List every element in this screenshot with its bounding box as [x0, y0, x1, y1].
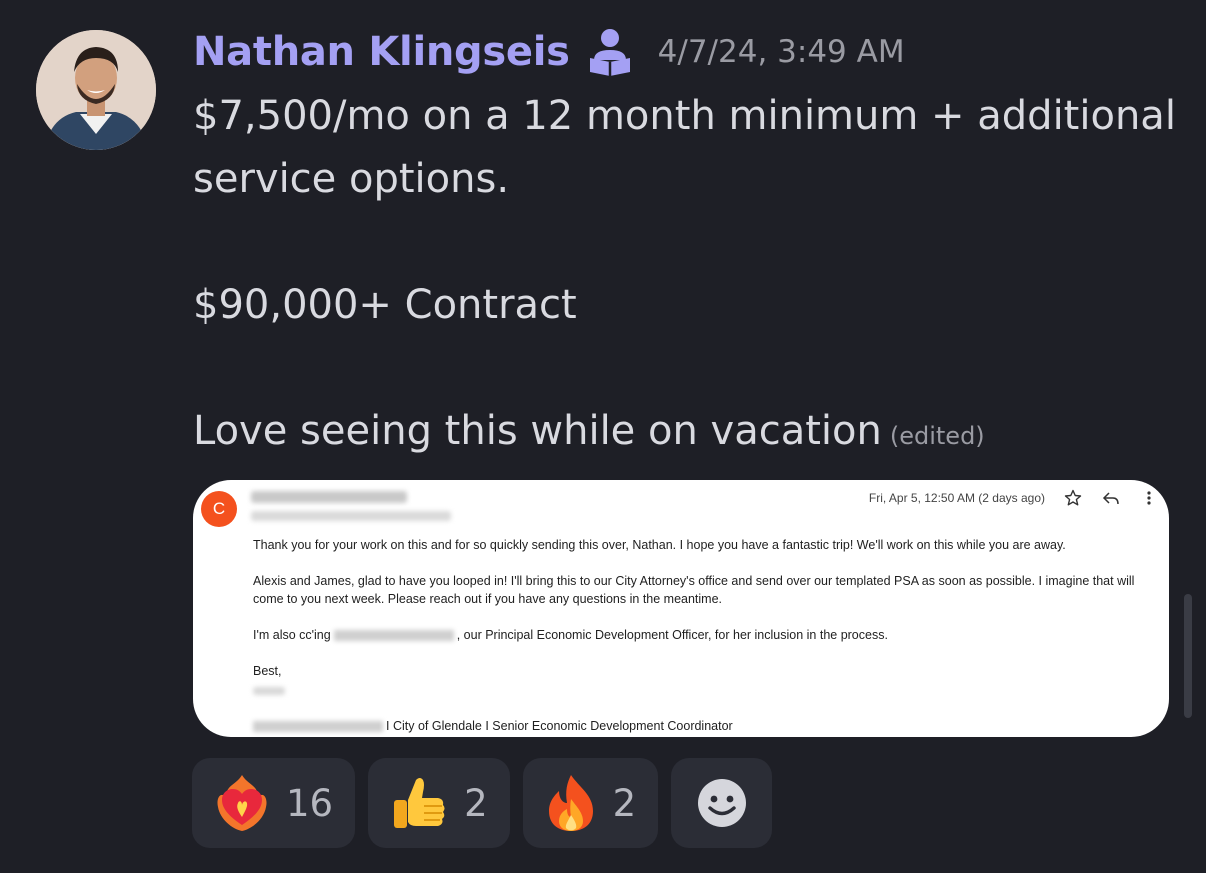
email-screenshot-attachment[interactable]: C Fri, Apr 5, 12:50 AM (2 days ago) Than…	[193, 480, 1169, 737]
email-paragraph: Alexis and James, glad to have you loope…	[253, 574, 1135, 606]
thumbs-up-icon	[388, 772, 450, 834]
cc-prefix: I'm also cc'ing	[253, 628, 331, 642]
timestamp: 4/7/24, 3:49 AM	[657, 34, 905, 70]
redacted-sender-name	[251, 491, 407, 503]
star-icon	[1063, 488, 1083, 508]
cc-suffix: , our Principal Economic Development Off…	[456, 628, 888, 642]
redacted-name	[333, 630, 454, 642]
smiley-icon	[696, 777, 748, 829]
avatar[interactable]	[36, 30, 156, 150]
email-signature: I City of Glendale I Senior Economic Dev…	[253, 719, 733, 733]
reaction-heart-on-fire[interactable]: 16	[192, 758, 356, 848]
redacted-signoff-name	[253, 687, 285, 695]
reply-icon	[1101, 488, 1121, 508]
message-line: $7,500/mo on a 12 month minimum + additi…	[193, 93, 1176, 202]
reaction-thumbs-up[interactable]: 2	[368, 758, 510, 848]
email-closing: Best,	[253, 664, 282, 678]
heart-on-fire-icon	[212, 773, 272, 833]
redacted-signature-name	[253, 721, 383, 733]
email-paragraph: I'm also cc'ing , our Principal Economic …	[253, 626, 1158, 644]
reader-person-icon[interactable]	[584, 26, 636, 78]
message-header: Nathan Klingseis 4/7/24, 3:49 AM	[193, 24, 905, 80]
reaction-fire[interactable]: 2	[522, 758, 659, 848]
edited-label: (edited)	[889, 422, 985, 450]
redacted-recipients	[251, 511, 451, 521]
email-body: Thank you for your work on this and for …	[253, 536, 1158, 680]
message-line: Love seeing this while on vacation (edite…	[193, 400, 1183, 468]
signature-text: I City of Glendale I Senior Economic Dev…	[386, 719, 733, 733]
message-line: $90,000+ Contract	[193, 282, 577, 328]
message-content: $7,500/mo on a 12 month minimum + additi…	[193, 85, 1183, 468]
fire-icon	[543, 773, 599, 833]
message-line-text: Love seeing this while on vacation	[193, 408, 882, 454]
email-paragraph: Thank you for your work on this and for …	[253, 538, 1066, 552]
add-reaction-button[interactable]	[671, 758, 773, 848]
more-options-icon	[1139, 488, 1159, 508]
reaction-count: 16	[286, 781, 334, 825]
reactions-bar: 16 2 2	[192, 758, 773, 848]
scrollbar[interactable]	[1184, 594, 1192, 718]
email-date: Fri, Apr 5, 12:50 AM (2 days ago)	[868, 491, 1045, 505]
sender-avatar: C	[201, 491, 237, 527]
reaction-count: 2	[612, 781, 637, 825]
username[interactable]: Nathan Klingseis	[193, 29, 570, 75]
reaction-count: 2	[464, 781, 488, 825]
